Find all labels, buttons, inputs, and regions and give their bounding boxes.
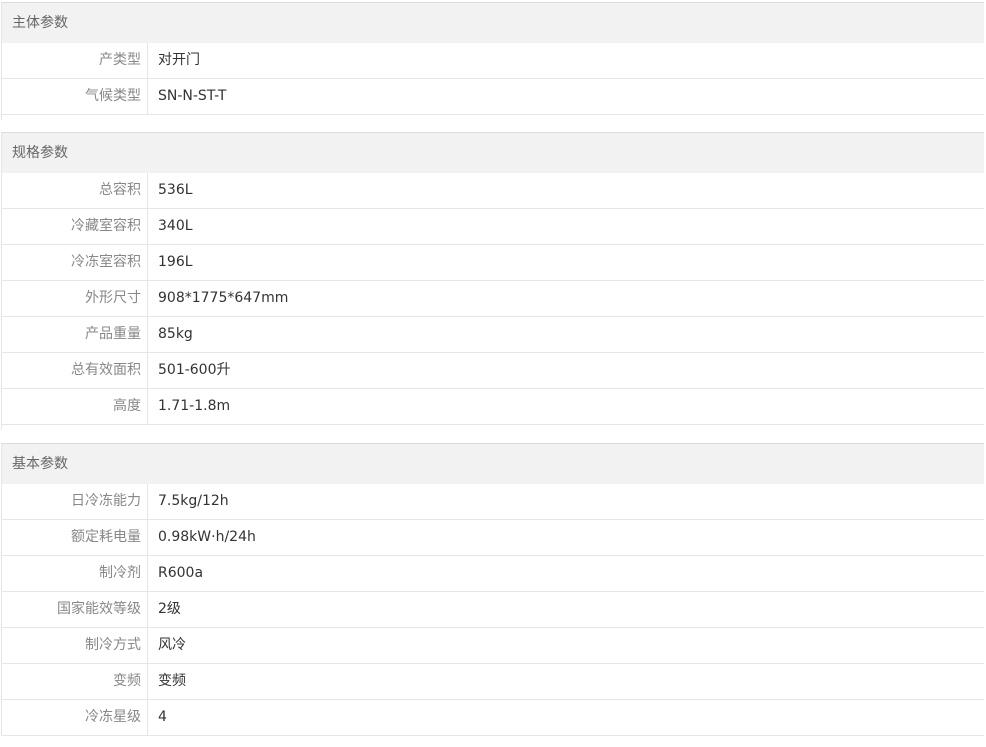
row-label: 变频 [2, 664, 148, 699]
table-row: 制冷剂 R600a [2, 556, 984, 592]
basic-params-section: 基本参数 日冷冻能力 7.5kg/12h 额定耗电量 0.98kW·h/24h … [1, 443, 984, 736]
row-value: 340L [158, 218, 193, 234]
row-label: 气候类型 [2, 79, 148, 114]
row-label: 高度 [2, 389, 148, 424]
spec-params-section: 规格参数 总容积 536L 冷藏室容积 340L 冷冻室容积 196L 外形尺寸… [1, 132, 984, 430]
row-label: 外形尺寸 [2, 281, 148, 316]
row-label: 冷冻室容积 [2, 245, 148, 280]
row-value: 536L [158, 182, 193, 198]
row-label: 制冷剂 [2, 556, 148, 591]
section-title: 基本参数 [2, 444, 984, 484]
row-label: 冷藏室容积 [2, 209, 148, 244]
table-row: 产品重量 85kg [2, 317, 984, 353]
table-row: 冷藏室容积 340L [2, 209, 984, 245]
table-row: 总有效面积 501-600升 [2, 353, 984, 389]
row-label: 日冷冻能力 [2, 484, 148, 519]
section-title: 规格参数 [2, 133, 984, 173]
table-row: 制冷方式 风冷 [2, 628, 984, 664]
row-value: 7.5kg/12h [158, 493, 229, 509]
table-row: 冷冻星级 4 [2, 700, 984, 736]
row-value: 对开门 [158, 52, 200, 68]
table-row: 产类型 对开门 [2, 43, 984, 79]
table-row: 气候类型 SN-N-ST-T [2, 79, 984, 115]
main-params-section: 主体参数 产类型 对开门 气候类型 SN-N-ST-T [1, 2, 984, 120]
row-value: R600a [158, 565, 204, 581]
row-label: 额定耗电量 [2, 520, 148, 555]
table-row: 外形尺寸 908*1775*647mm [2, 281, 984, 317]
row-value: 1.71-1.8m [158, 398, 231, 414]
row-label: 产类型 [2, 43, 148, 78]
row-value: 风冷 [158, 637, 186, 653]
row-value: 变频 [158, 673, 186, 689]
row-value: 0.98kW·h/24h [158, 529, 256, 545]
row-value: 4 [158, 709, 167, 725]
table-row: 日冷冻能力 7.5kg/12h [2, 484, 984, 520]
section-title: 主体参数 [2, 3, 984, 43]
row-label: 国家能效等级 [2, 592, 148, 627]
table-row: 国家能效等级 2级 [2, 592, 984, 628]
row-value: 196L [158, 254, 193, 270]
table-row: 额定耗电量 0.98kW·h/24h [2, 520, 984, 556]
row-value: 2级 [158, 601, 181, 617]
table-row: 冷冻室容积 196L [2, 245, 984, 281]
row-label: 冷冻星级 [2, 700, 148, 735]
table-row: 总容积 536L [2, 173, 984, 209]
row-label: 产品重量 [2, 317, 148, 352]
row-value: 85kg [158, 326, 193, 342]
row-value: 908*1775*647mm [158, 290, 289, 306]
table-row: 变频 变频 [2, 664, 984, 700]
row-value: SN-N-ST-T [158, 88, 227, 104]
row-value: 501-600升 [158, 362, 231, 378]
row-label: 总有效面积 [2, 353, 148, 388]
row-label: 总容积 [2, 173, 148, 208]
row-label: 制冷方式 [2, 628, 148, 663]
table-row: 高度 1.71-1.8m [2, 389, 984, 425]
